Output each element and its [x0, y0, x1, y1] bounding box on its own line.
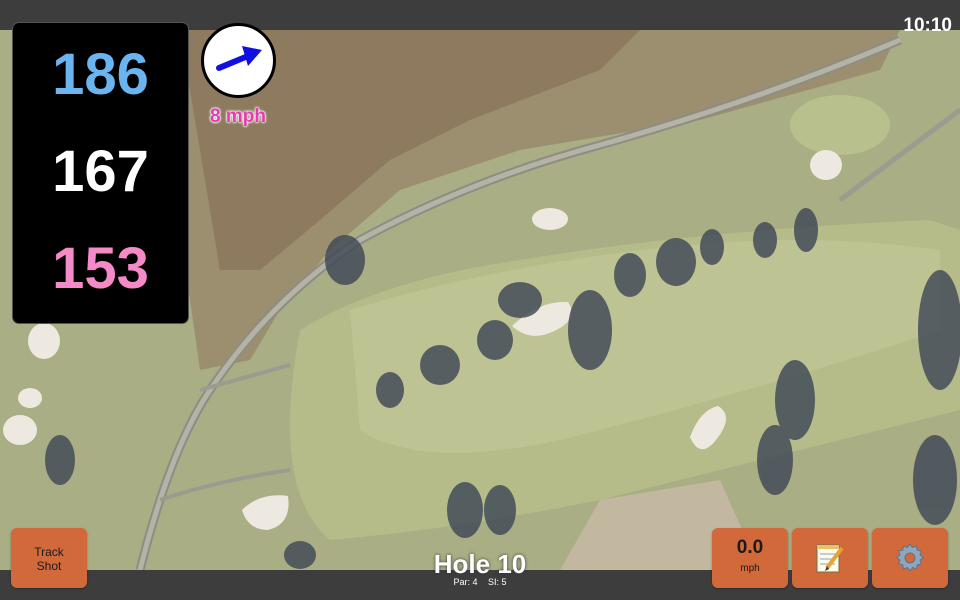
golf-gps-screen: 10:10 186 167 153 8 mph Track Shot Hole …: [0, 0, 960, 600]
gear-icon: [895, 543, 925, 572]
hole-details: Par: 4 SI: 5: [380, 577, 580, 587]
hole-title: Hole 10: [433, 549, 527, 579]
distance-panel: 186 167 153: [12, 22, 189, 324]
track-shot-label: Track Shot: [34, 545, 64, 573]
notes-button[interactable]: [792, 528, 868, 588]
wind-speed: 8 mph: [210, 106, 266, 127]
track-shot-button[interactable]: Track Shot: [11, 528, 87, 588]
back-distance: 186: [52, 42, 149, 107]
settings-button[interactable]: [872, 528, 948, 588]
par-label: Par: 4: [453, 577, 478, 587]
speed-unit: mph: [740, 563, 760, 574]
notepad-icon: [816, 544, 844, 573]
front-distance: 153: [52, 236, 149, 301]
speed-value: 0.0: [736, 537, 764, 558]
wind-indicator: [201, 23, 276, 98]
si-label: SI: 5: [488, 577, 507, 587]
speed-button[interactable]: 0.0 mph: [712, 528, 788, 588]
wind-arrow-icon: [216, 46, 262, 71]
middle-distance: 167: [52, 139, 149, 204]
clock: 10:10: [903, 15, 952, 36]
